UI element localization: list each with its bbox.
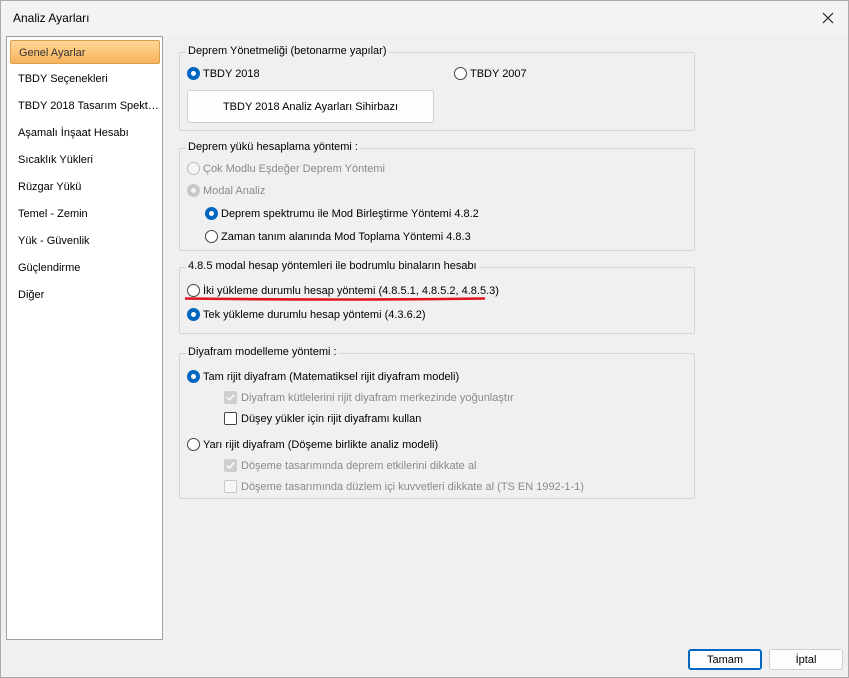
zaman-tanim-radio[interactable]: Zaman tanım alanında Mod Toplama Yöntemi…	[205, 230, 471, 243]
radio-indicator[interactable]	[187, 308, 200, 321]
deprem-etki-label: Döşeme tasarımında deprem etkilerini dik…	[241, 459, 477, 472]
iki-yukleme-label: İki yükleme durumlu hesap yöntemi (4.8.5…	[203, 284, 499, 297]
spektrum-label: Deprem spektrumu ile Mod Birleştirme Yön…	[221, 207, 479, 220]
cancel-button[interactable]: İptal	[769, 649, 843, 670]
tbdy2007-label: TBDY 2007	[470, 67, 527, 80]
duzlem-ici-checkbox[interactable]: Döşeme tasarımında düzlem içi kuvvetleri…	[224, 480, 584, 493]
sidebar-item-sicaklik-yukleri[interactable]: Sıcaklık Yükleri	[10, 148, 160, 172]
radio-indicator[interactable]	[205, 230, 218, 243]
earthquake-code-group-title: Deprem Yönetmeliği (betonarme yapılar)	[186, 45, 389, 57]
tek-yukleme-radio[interactable]: Tek yükleme durumlu hesap yöntemi (4.3.6…	[187, 308, 426, 321]
tbdy-wizard-button[interactable]: TBDY 2018 Analiz Ayarları Sihirbazı	[187, 90, 434, 123]
iki-yukleme-radio[interactable]: İki yükleme durumlu hesap yöntemi (4.8.5…	[187, 284, 499, 297]
sidebar-item-tbdy-secenekleri[interactable]: TBDY Seçenekleri	[10, 67, 160, 91]
radio-indicator[interactable]	[187, 184, 200, 197]
sidebar-item-guclendirme[interactable]: Güçlendirme	[10, 256, 160, 280]
close-icon	[822, 12, 834, 24]
title-bar[interactable]: Analiz Ayarları	[1, 1, 848, 35]
sidebar-item-tbdy-2018-spektrum[interactable]: TBDY 2018 Tasarım Spekt…	[10, 94, 160, 118]
analysis-settings-dialog: Analiz Ayarları Genel Ayarlar TBDY Seçen…	[0, 0, 849, 678]
checkbox-indicator[interactable]	[224, 480, 237, 493]
tbdy2007-radio[interactable]: TBDY 2007	[454, 67, 527, 80]
tam-rijit-radio[interactable]: Tam rijit diyafram (Matematiksel rijit d…	[187, 370, 459, 383]
radio-indicator[interactable]	[187, 67, 200, 80]
tbdy2018-radio[interactable]: TBDY 2018	[187, 67, 260, 80]
sidebar-item-ruzgar-yuku[interactable]: Rüzgar Yükü	[10, 175, 160, 199]
sidebar-item-asamali-insaat[interactable]: Aşamalı İnşaat Hesabı	[10, 121, 160, 145]
sidebar-item-diger[interactable]: Diğer	[10, 283, 160, 307]
cok-modlu-label: Çok Modlu Eşdeğer Deprem Yöntemi	[203, 162, 385, 175]
zaman-tanim-label: Zaman tanım alanında Mod Toplama Yöntemi…	[221, 230, 471, 243]
radio-indicator[interactable]	[205, 207, 218, 220]
spektrum-radio[interactable]: Deprem spektrumu ile Mod Birleştirme Yön…	[205, 207, 479, 220]
tek-yukleme-label: Tek yükleme durumlu hesap yöntemi (4.3.6…	[203, 308, 426, 321]
ok-button[interactable]: Tamam	[688, 649, 762, 670]
basement-method-group-title: 4.8.5 modal hesap yöntemleri ile bodruml…	[186, 260, 479, 272]
sidebar-item-genel-ayarlar[interactable]: Genel Ayarlar	[10, 40, 160, 64]
modal-analiz-radio[interactable]: Modal Analiz	[187, 184, 265, 197]
diaphragm-group-title: Diyafram modelleme yöntemi :	[186, 346, 339, 358]
kutleler-label: Diyafram kütlelerini rijit diyafram merk…	[241, 391, 514, 404]
red-highlight-underline	[185, 297, 485, 301]
dusey-checkbox[interactable]: Düşey yükler için rijit diyaframı kullan	[224, 412, 421, 425]
close-button[interactable]	[816, 7, 840, 29]
radio-indicator[interactable]	[454, 67, 467, 80]
yari-rijit-label: Yarı rijit diyafram (Döşeme birlikte ana…	[203, 438, 439, 451]
radio-indicator[interactable]	[187, 370, 200, 383]
sidebar-item-temel-zemin[interactable]: Temel - Zemin	[10, 202, 160, 226]
duzlem-ici-label: Döşeme tasarımında düzlem içi kuvvetleri…	[241, 480, 584, 493]
sidebar-item-yuk-guvenlik[interactable]: Yük - Güvenlik	[10, 229, 160, 253]
checkbox-indicator[interactable]	[224, 412, 237, 425]
settings-sidebar: Genel Ayarlar TBDY Seçenekleri TBDY 2018…	[6, 36, 163, 640]
kutleler-checkbox[interactable]: Diyafram kütlelerini rijit diyafram merk…	[224, 391, 514, 404]
radio-indicator[interactable]	[187, 162, 200, 175]
dusey-label: Düşey yükler için rijit diyaframı kullan	[241, 412, 422, 425]
deprem-etki-checkbox[interactable]: Döşeme tasarımında deprem etkilerini dik…	[224, 459, 476, 472]
tbdy2018-label: TBDY 2018	[203, 67, 260, 80]
seismic-method-group-title: Deprem yükü hesaplama yöntemi :	[186, 141, 360, 153]
radio-indicator[interactable]	[187, 284, 200, 297]
checkmark-icon	[226, 394, 235, 402]
checkmark-icon	[226, 462, 235, 470]
tam-rijit-label: Tam rijit diyafram (Matematiksel rijit d…	[203, 370, 460, 383]
checkbox-indicator[interactable]	[224, 459, 237, 472]
cok-modlu-radio[interactable]: Çok Modlu Eşdeğer Deprem Yöntemi	[187, 162, 385, 175]
modal-analiz-label: Modal Analiz	[203, 184, 266, 197]
checkbox-indicator[interactable]	[224, 391, 237, 404]
yari-rijit-radio[interactable]: Yarı rijit diyafram (Döşeme birlikte ana…	[187, 438, 438, 451]
radio-indicator[interactable]	[187, 438, 200, 451]
window-title: Analiz Ayarları	[13, 11, 90, 25]
